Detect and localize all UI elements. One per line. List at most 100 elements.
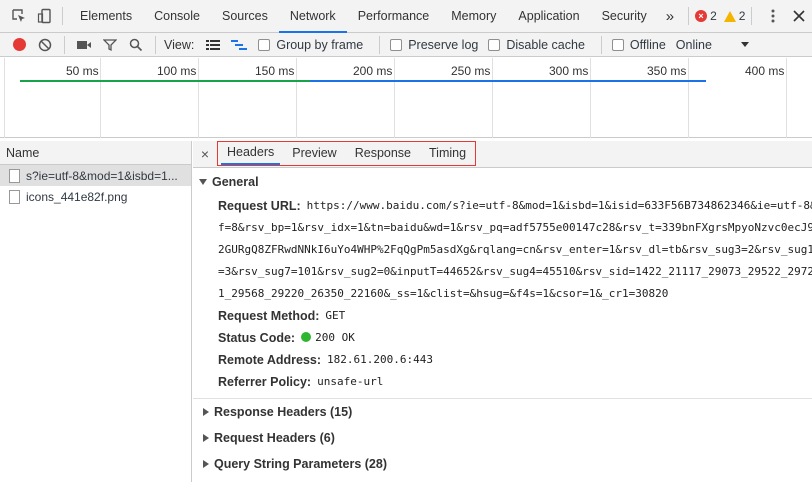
timeline-tick-label: 200 ms bbox=[353, 64, 393, 78]
referrer-policy-value: unsafe-url bbox=[317, 375, 384, 388]
referrer-policy-key: Referrer Policy: bbox=[218, 375, 312, 389]
caret-down-icon bbox=[199, 179, 207, 185]
status-code-value-wrap: 200 OK bbox=[301, 327, 355, 349]
timeline-gridline bbox=[590, 58, 591, 138]
tab-response[interactable]: Response bbox=[349, 142, 417, 165]
preserve-log-checkbox[interactable]: Preserve log bbox=[390, 38, 478, 52]
checkbox-box[interactable] bbox=[258, 38, 271, 51]
request-url-row: Request URL: https://www.baidu.com/s?ie=… bbox=[193, 195, 812, 217]
status-code-key: Status Code: bbox=[218, 331, 296, 345]
query-string-title: Query String Parameters (28) bbox=[214, 457, 387, 471]
request-headers-title: Request Headers (6) bbox=[214, 431, 335, 445]
chevron-down-icon bbox=[740, 41, 749, 47]
request-headers-section[interactable]: Request Headers (6) bbox=[193, 425, 812, 451]
timeline-gridline bbox=[688, 58, 689, 138]
tab-console[interactable]: Console bbox=[143, 0, 211, 33]
response-headers-title: Response Headers (15) bbox=[214, 405, 353, 419]
tab-sources[interactable]: Sources bbox=[211, 0, 279, 33]
document-icon bbox=[9, 168, 20, 183]
group-by-frame-label: Group by frame bbox=[276, 37, 364, 52]
tab-headers[interactable]: Headers bbox=[221, 142, 281, 165]
large-rows-button[interactable] bbox=[200, 34, 226, 56]
device-toolbar-icon[interactable] bbox=[34, 5, 56, 27]
clear-button[interactable] bbox=[32, 34, 58, 56]
checkbox-box[interactable] bbox=[488, 38, 501, 51]
devtools-tab-bar: Elements Console Sources Network Perform… bbox=[0, 0, 812, 33]
query-string-section[interactable]: Query String Parameters (28) bbox=[193, 451, 812, 477]
toolbar-divider bbox=[379, 35, 381, 54]
name-column-header[interactable]: Name bbox=[0, 141, 191, 165]
close-detail-button[interactable]: × bbox=[193, 146, 217, 162]
tab-preview[interactable]: Preview bbox=[286, 142, 342, 165]
checkbox-box[interactable] bbox=[611, 38, 624, 51]
request-url-line: f=8&rsv_bp=1&rsv_idx=1&tn=baidu&wd=1&rsv… bbox=[218, 221, 812, 234]
headers-content: General Request URL: https://www.baidu.c… bbox=[193, 168, 812, 477]
kebab-menu-icon[interactable] bbox=[762, 5, 784, 27]
throttling-value: Online bbox=[675, 37, 712, 52]
timeline-tick-label: 50 ms bbox=[66, 64, 99, 78]
request-method-key: Request Method: bbox=[218, 309, 320, 323]
tab-application[interactable]: Application bbox=[507, 0, 590, 33]
tab-performance[interactable]: Performance bbox=[347, 0, 441, 33]
timeline-overview[interactable]: 50 ms 100 ms 150 ms 200 ms 250 ms 300 ms… bbox=[0, 58, 812, 138]
more-tabs-button[interactable]: » bbox=[658, 0, 682, 33]
timeline-gridline bbox=[296, 58, 297, 138]
request-method-value: GET bbox=[325, 309, 346, 322]
request-row[interactable]: s?ie=utf-8&mod=1&isbd=1... bbox=[0, 165, 191, 186]
status-code-row: Status Code: 200 OK bbox=[193, 327, 812, 349]
screenshot-button[interactable] bbox=[71, 34, 97, 56]
request-url-line: 2GURgQ8ZFRwdNNkI6uYo4WHP%2FqQgPm5asdXg&r… bbox=[218, 243, 812, 256]
preserve-log-label: Preserve log bbox=[408, 37, 479, 52]
offline-checkbox[interactable]: Offline bbox=[611, 38, 666, 52]
waterfall-view-button[interactable] bbox=[226, 34, 252, 56]
filter-button[interactable] bbox=[97, 34, 123, 56]
tab-timing[interactable]: Timing bbox=[423, 142, 472, 165]
inspect-element-icon[interactable] bbox=[8, 5, 30, 27]
record-button[interactable] bbox=[6, 34, 32, 56]
caret-right-icon bbox=[203, 460, 209, 468]
request-url-line: =3&rsv_sug7=101&rsv_sug2=0&inputT=44652&… bbox=[218, 265, 812, 278]
close-devtools-icon[interactable] bbox=[788, 5, 810, 27]
timeline-gridline bbox=[394, 58, 395, 138]
disable-cache-checkbox[interactable]: Disable cache bbox=[488, 38, 585, 52]
timeline-tick-label: 300 ms bbox=[549, 64, 589, 78]
remote-address-key: Remote Address: bbox=[218, 353, 322, 367]
group-by-frame-checkbox[interactable]: Group by frame bbox=[258, 38, 363, 52]
general-title: General bbox=[212, 175, 259, 189]
network-toolbar: View: Group by frame Preserve log Disabl… bbox=[0, 33, 812, 57]
toolbar-divider bbox=[64, 35, 65, 54]
tab-security[interactable]: Security bbox=[591, 0, 658, 33]
view-label: View: bbox=[164, 37, 195, 52]
request-list: Name s?ie=utf-8&mod=1&isbd=1... icons_44… bbox=[0, 141, 192, 482]
list-view-icon bbox=[206, 39, 221, 50]
toolbar-divider bbox=[62, 7, 63, 25]
document-icon bbox=[9, 189, 20, 204]
tab-elements[interactable]: Elements bbox=[69, 0, 143, 33]
timeline-tick-label: 250 ms bbox=[451, 64, 491, 78]
referrer-policy-row: Referrer Policy: unsafe-url bbox=[193, 371, 812, 393]
request-row[interactable]: icons_441e82f.png bbox=[0, 186, 191, 207]
dom-content-bar bbox=[20, 80, 310, 82]
timeline-tick-label: 400 ms bbox=[745, 64, 785, 78]
tab-memory[interactable]: Memory bbox=[440, 0, 507, 33]
checkbox-box[interactable] bbox=[390, 38, 403, 51]
search-button[interactable] bbox=[123, 34, 149, 56]
toolbar-divider bbox=[751, 7, 753, 25]
tab-network[interactable]: Network bbox=[278, 0, 347, 33]
request-method-row: Request Method: GET bbox=[193, 305, 812, 327]
throttling-select[interactable]: Online bbox=[676, 38, 750, 52]
timeline-gridline bbox=[786, 58, 787, 138]
caret-right-icon bbox=[203, 408, 209, 416]
record-icon bbox=[12, 38, 26, 51]
response-headers-section[interactable]: Response Headers (15) bbox=[193, 399, 812, 425]
general-section-header[interactable]: General bbox=[193, 171, 812, 193]
timeline-tick-label: 350 ms bbox=[647, 64, 687, 78]
error-counter[interactable]: × 2 bbox=[695, 9, 717, 23]
timeline-tick-label: 100 ms bbox=[157, 64, 197, 78]
timeline-gridline bbox=[100, 58, 101, 138]
warning-counter[interactable]: 2 bbox=[723, 9, 745, 23]
timeline-gridline bbox=[198, 58, 199, 138]
request-name: s?ie=utf-8&mod=1&isbd=1... bbox=[26, 168, 178, 183]
error-icon: × bbox=[695, 10, 708, 22]
toolbar-divider bbox=[600, 35, 602, 54]
